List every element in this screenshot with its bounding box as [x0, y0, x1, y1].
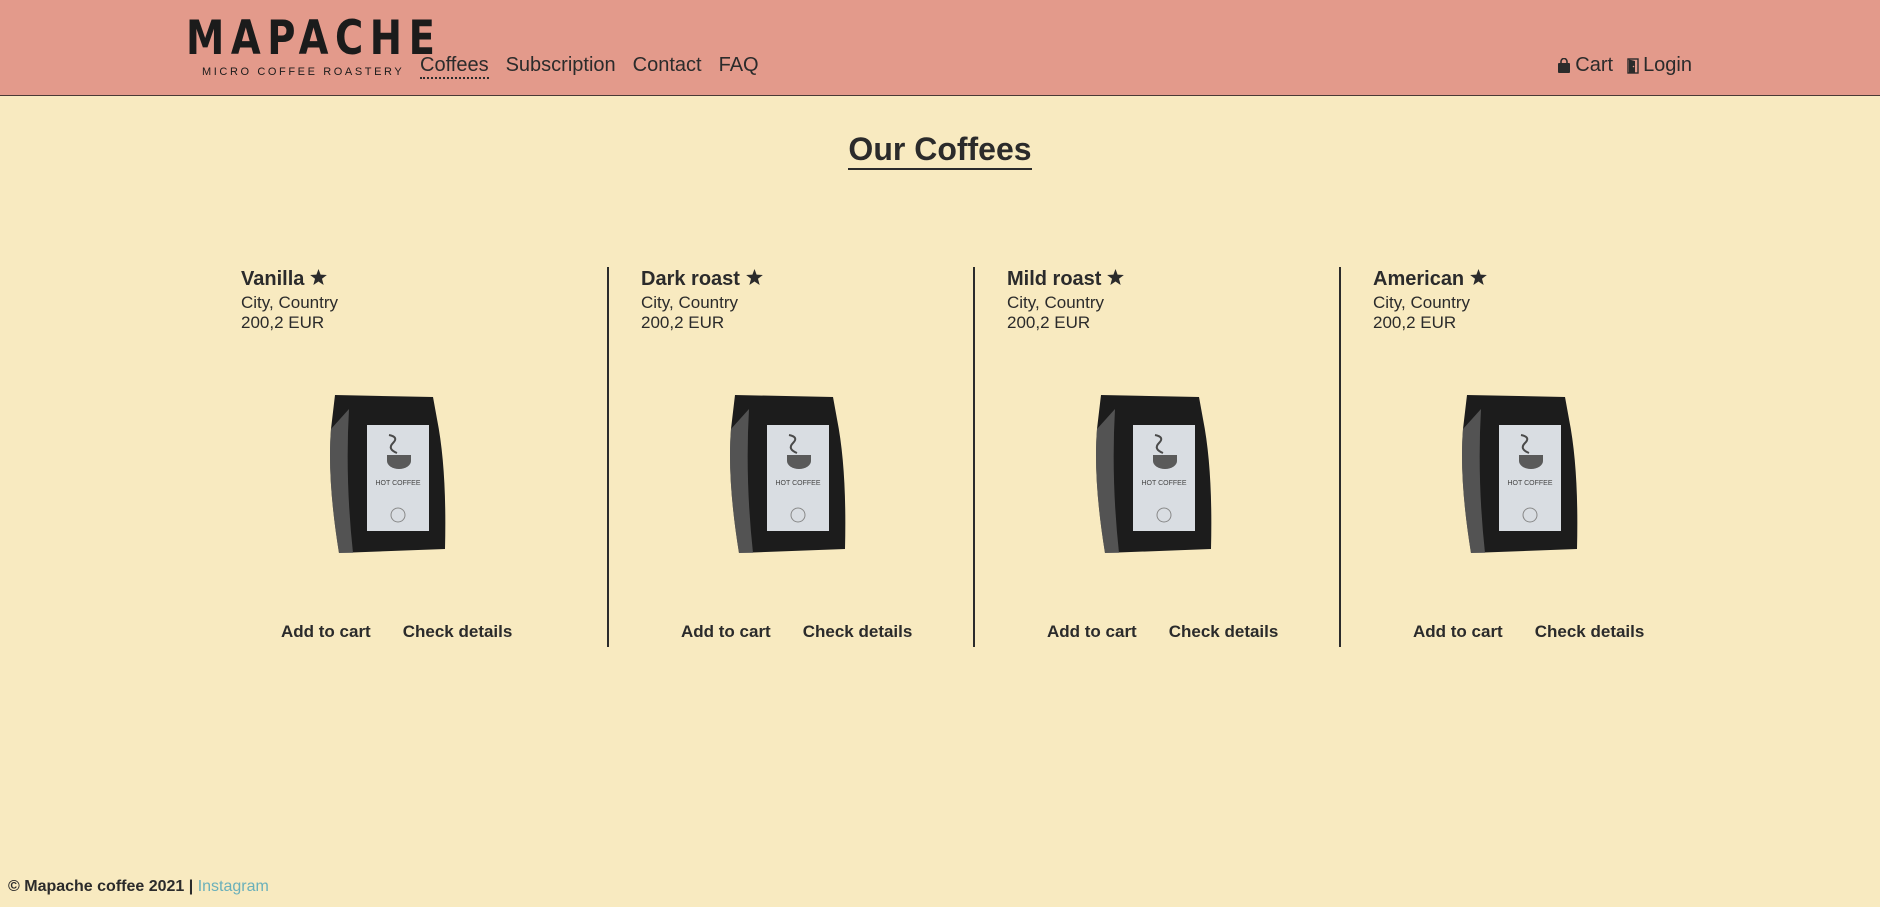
shopping-bag-icon [1557, 57, 1571, 74]
brand-tagline: MICRO COFFEE ROASTERY [202, 66, 405, 78]
product-actions: Add to cart Check details [1047, 622, 1278, 642]
cart-label: Cart [1575, 54, 1614, 76]
login-label: Login [1643, 54, 1692, 76]
product-name: Mild roast [1007, 268, 1102, 290]
product-actions: Add to cart Check details [681, 622, 912, 642]
add-to-cart-button[interactable]: Add to cart [1047, 622, 1137, 642]
product-grid: Vanilla City, Country 200,2 EUR HOT COFF… [241, 267, 1705, 647]
check-details-button[interactable]: Check details [403, 622, 513, 642]
star-icon[interactable] [746, 268, 763, 291]
check-details-button[interactable]: Check details [1169, 622, 1279, 642]
product-actions: Add to cart Check details [1413, 622, 1644, 642]
door-icon [1627, 57, 1639, 74]
page-title: Our Coffees [848, 130, 1032, 170]
coffee-bag-image: HOT COFFEE [730, 395, 846, 553]
main-nav: Coffees Subscription Contact FAQ [420, 53, 759, 79]
nav-item-contact[interactable]: Contact [633, 53, 702, 79]
product-origin: City, Country [241, 293, 338, 312]
nav-item-faq[interactable]: FAQ [719, 53, 759, 79]
coffee-bag-image: HOT COFFEE [330, 395, 446, 553]
star-icon[interactable] [1107, 268, 1125, 291]
product-name-row: Dark roast [641, 268, 1007, 291]
footer-copyright: © Mapache coffee 2021 | [8, 878, 198, 895]
product-price: 200,2 EUR [1007, 313, 1091, 332]
product-name: Dark roast [641, 268, 740, 290]
site-header: MAPACHE MICRO COFFEE ROASTERY Coffees Su… [0, 0, 1880, 96]
bag-label: HOT COFFEE [776, 480, 821, 487]
product-origin: City, Country [1007, 293, 1104, 312]
login-link[interactable]: Login [1627, 54, 1692, 77]
header-actions: Cart Login [1557, 54, 1692, 77]
page-title-wrap: Our Coffees [0, 130, 1880, 170]
product-actions: Add to cart Check details [281, 622, 512, 642]
nav-item-subscription[interactable]: Subscription [506, 53, 616, 79]
product-name-row: Mild roast [1007, 268, 1373, 291]
product-card: American City, Country 200,2 EUR HOT COF… [1339, 267, 1705, 647]
star-icon[interactable] [310, 268, 328, 291]
product-origin: City, Country [641, 293, 738, 312]
instagram-link[interactable]: Instagram [198, 878, 269, 895]
add-to-cart-button[interactable]: Add to cart [681, 622, 771, 642]
product-name: Vanilla [241, 268, 305, 290]
add-to-cart-button[interactable]: Add to cart [1413, 622, 1503, 642]
brand-logo[interactable]: MAPACHE MICRO COFFEE ROASTERY [186, 11, 442, 79]
bag-label: HOT COFFEE [1142, 480, 1187, 487]
bag-label: HOT COFFEE [376, 480, 421, 487]
nav-item-coffees[interactable]: Coffees [420, 53, 489, 79]
brand-name: MAPACHE [186, 11, 442, 66]
product-card: Vanilla City, Country 200,2 EUR HOT COFF… [241, 267, 607, 647]
product-card: Dark roast City, Country 200,2 EUR HOT C… [607, 267, 973, 647]
product-card: Mild roast City, Country 200,2 EUR HOT C… [973, 267, 1339, 647]
product-price: 200,2 EUR [1373, 313, 1457, 332]
coffee-bag-image: HOT COFFEE [1096, 395, 1212, 553]
product-name: American [1373, 268, 1465, 290]
product-origin: City, Country [1373, 293, 1470, 312]
product-price: 200,2 EUR [241, 313, 325, 332]
product-price: 200,2 EUR [641, 313, 725, 332]
product-name-row: Vanilla [241, 268, 607, 291]
coffee-bag-image: HOT COFFEE [1462, 395, 1578, 553]
add-to-cart-button[interactable]: Add to cart [281, 622, 371, 642]
site-footer: © Mapache coffee 2021 | Instagram [8, 878, 269, 896]
star-icon[interactable] [1470, 268, 1488, 291]
product-name-row: American [1373, 268, 1739, 291]
cart-link[interactable]: Cart [1557, 54, 1613, 77]
check-details-button[interactable]: Check details [1535, 622, 1645, 642]
check-details-button[interactable]: Check details [803, 622, 913, 642]
bag-label: HOT COFFEE [1508, 480, 1553, 487]
